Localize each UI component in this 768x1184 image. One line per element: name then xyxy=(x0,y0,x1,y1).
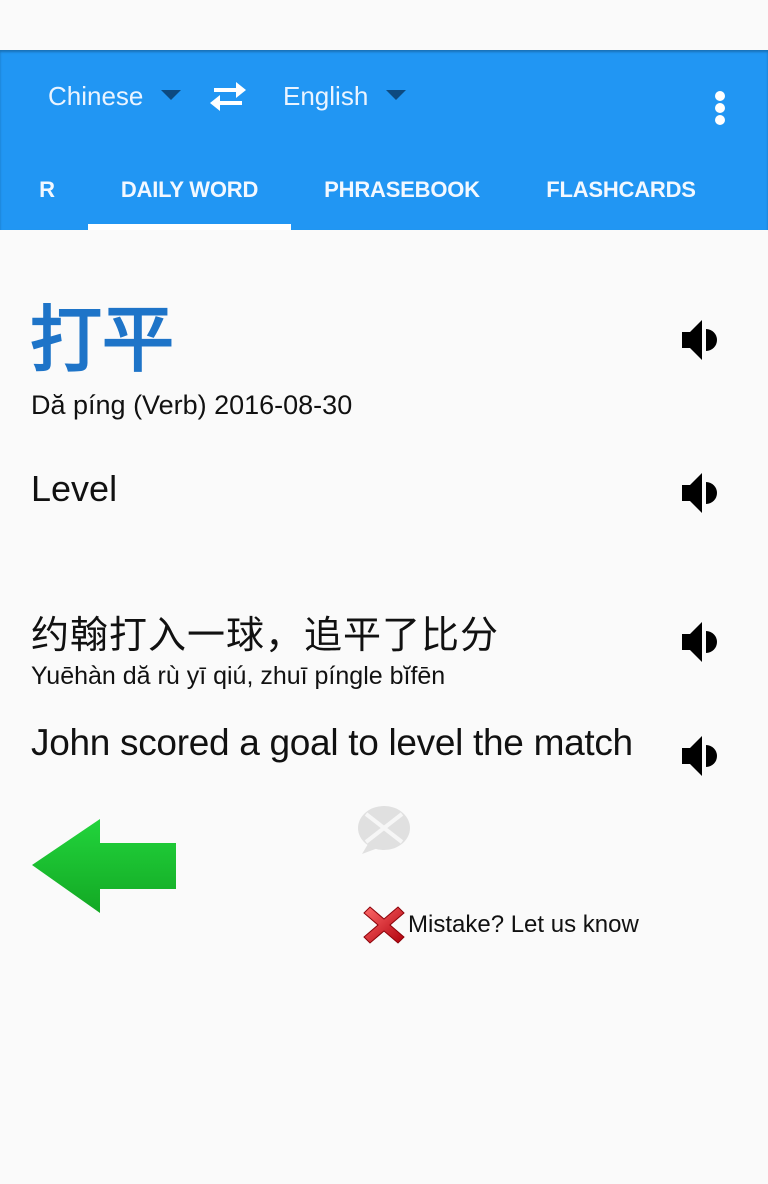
tab-flashcards[interactable]: FLASHCARDS xyxy=(528,160,714,230)
tab-phrasebook[interactable]: PHRASEBOOK xyxy=(306,160,498,230)
play-translation-audio-button[interactable] xyxy=(678,471,722,515)
speaker-icon xyxy=(682,736,717,776)
swap-arrows-icon xyxy=(210,82,246,111)
word-translation: Level xyxy=(31,468,118,509)
report-mistake-label: Mistake? Let us know xyxy=(408,911,639,938)
chevron-down-icon xyxy=(161,90,182,100)
target-language-label: English xyxy=(283,80,369,111)
example-sentence-pinyin: Yuēhàn dă rù yī qiú, zhuī píngle bĭfēn xyxy=(31,662,446,690)
play-word-audio-button[interactable] xyxy=(678,318,722,362)
example-sentence-chinese: 约翰打入一球，追平了比分 xyxy=(31,613,500,657)
daily-word-chinese: 打平 xyxy=(30,298,175,382)
chat-bubble-icon xyxy=(358,806,410,854)
status-bar xyxy=(0,0,768,50)
red-x-icon xyxy=(363,906,405,944)
speaker-icon xyxy=(682,473,717,513)
play-example-english-audio-button[interactable] xyxy=(678,734,722,778)
chevron-down-icon xyxy=(386,90,407,100)
app-bar: Chinese English R DAILY WORD PHRASEBOOK … xyxy=(0,50,768,230)
tab-translator[interactable]: R xyxy=(22,160,72,230)
example-sentence-english: John scored a goal to level the match xyxy=(31,722,633,763)
tab-bar: R DAILY WORD PHRASEBOOK FLASHCARDS xyxy=(0,160,768,230)
swap-languages-button[interactable] xyxy=(208,78,248,114)
more-vertical-icon xyxy=(715,91,725,101)
speaker-icon xyxy=(682,622,717,662)
report-mistake-link[interactable]: Mistake? Let us know xyxy=(362,902,639,948)
previous-word-button[interactable] xyxy=(30,815,178,915)
source-language-dropdown[interactable]: Chinese xyxy=(48,76,182,116)
speaker-icon xyxy=(682,320,717,360)
source-language-label: Chinese xyxy=(48,80,144,111)
overflow-menu-button[interactable] xyxy=(700,86,740,126)
comment-button[interactable] xyxy=(354,802,414,862)
word-pinyin-meta: Dă píng (Verb) 2016-08-30 xyxy=(31,390,353,420)
target-language-dropdown[interactable]: English xyxy=(283,76,407,116)
tab-daily-word[interactable]: DAILY WORD xyxy=(88,160,291,230)
arrow-left-icon xyxy=(32,819,176,913)
play-example-chinese-audio-button[interactable] xyxy=(678,620,722,664)
